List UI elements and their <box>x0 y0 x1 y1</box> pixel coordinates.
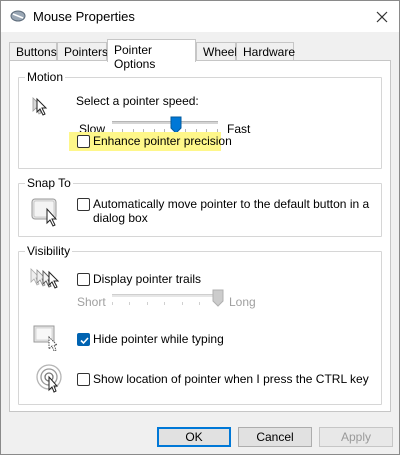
tab-pointer-options[interactable]: Pointer Options <box>107 39 196 71</box>
show-location-label[interactable]: Show location of pointer when I press th… <box>93 372 369 386</box>
close-button[interactable] <box>365 1 399 32</box>
apply-button[interactable]: Apply <box>319 427 393 447</box>
tab-hardware[interactable]: Hardware <box>236 42 296 61</box>
enhance-precision-checkbox[interactable] <box>77 135 90 148</box>
pointer-trails-label[interactable]: Display pointer trails <box>93 272 201 286</box>
snap-to-label-line1[interactable]: Automatically move pointer to the defaul… <box>93 197 369 211</box>
tab-label: Pointer Options <box>114 43 156 71</box>
title-bar: Mouse Properties <box>1 1 399 32</box>
group-label-visibility: Visibility <box>25 244 73 258</box>
snap-to-checkbox[interactable] <box>77 198 90 211</box>
slider-track <box>112 121 218 124</box>
snap-to-group: Snap To Automatically move pointer to th… <box>18 176 382 237</box>
close-icon <box>376 11 388 23</box>
snap-to-label-line2[interactable]: dialog box <box>93 211 148 225</box>
hide-pointer-icon <box>33 324 63 357</box>
visibility-group: Visibility Display pointer trails Short … <box>18 244 382 405</box>
tab-buttons[interactable]: Buttons <box>9 42 57 61</box>
tab-label: Buttons <box>16 45 57 59</box>
pointer-trails-icon <box>29 266 63 297</box>
pointer-speed-icon <box>31 96 53 121</box>
pointer-options-panel: Motion Select a pointer speed: Slow Fast <box>9 60 391 412</box>
slider-ticks <box>112 302 218 305</box>
snap-to-icon <box>31 196 65 231</box>
speed-label: Select a pointer speed: <box>76 94 199 108</box>
show-location-icon <box>35 362 65 397</box>
hide-pointer-label[interactable]: Hide pointer while typing <box>93 332 224 346</box>
tab-label: Wheel <box>203 45 238 59</box>
long-label: Long <box>229 295 256 309</box>
slider-track <box>112 294 218 297</box>
show-location-checkbox[interactable] <box>77 373 90 386</box>
tab-label: Pointers <box>64 45 109 59</box>
motion-group: Motion Select a pointer speed: Slow Fast <box>18 70 382 169</box>
pointer-trails-slider[interactable] <box>112 289 224 309</box>
hide-pointer-checkbox[interactable] <box>77 333 90 346</box>
tab-wheel[interactable]: Wheel <box>196 42 238 61</box>
mouse-icon <box>10 9 26 23</box>
slider-thumb[interactable] <box>212 289 224 310</box>
tab-label: Hardware <box>243 45 296 59</box>
tab-pointers[interactable]: Pointers <box>57 42 109 61</box>
group-label-snap-to: Snap To <box>25 176 73 190</box>
cancel-button[interactable]: Cancel <box>238 427 312 447</box>
ok-button[interactable]: OK <box>157 427 231 447</box>
short-label: Short <box>77 295 106 309</box>
enhance-precision-label[interactable]: Enhance pointer precision <box>93 134 232 148</box>
group-label-motion: Motion <box>25 70 66 84</box>
window-title: Mouse Properties <box>33 9 135 24</box>
mouse-properties-window: Mouse Properties Buttons Pointers Pointe… <box>0 0 400 455</box>
check-icon <box>80 337 89 345</box>
pointer-trails-checkbox[interactable] <box>77 273 90 286</box>
